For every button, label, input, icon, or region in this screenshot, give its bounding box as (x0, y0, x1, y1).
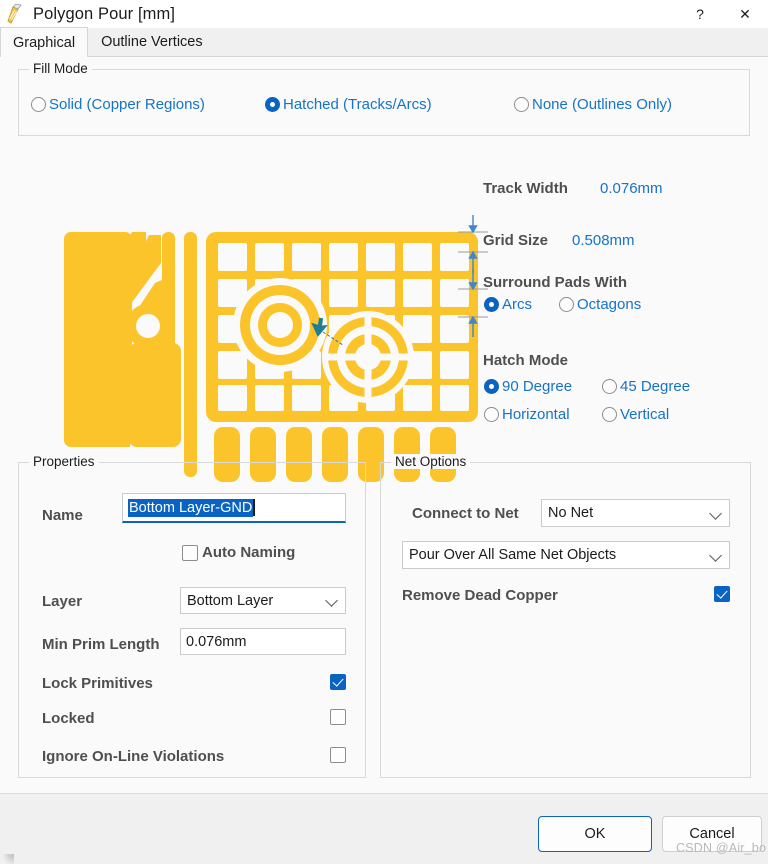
tab-outline-vertices[interactable]: Outline Vertices (88, 27, 216, 56)
radio-dot-vertical (602, 407, 617, 422)
radio-dot-solid (31, 97, 46, 112)
radio-dot-horizontal (484, 407, 499, 422)
ignore-online-violations-checkbox[interactable] (330, 747, 346, 763)
track-width-value: 0.076mm (600, 180, 663, 197)
properties-title: Properties (29, 454, 99, 469)
chevron-down-icon (710, 549, 723, 562)
radio-dot-45-degree (602, 379, 617, 394)
chevron-down-icon (326, 594, 339, 607)
pour-over-value: Pour Over All Same Net Objects (409, 547, 710, 563)
min-prim-length-value: 0.076mm (186, 634, 246, 650)
radio-label-octagons: Octagons (577, 296, 641, 313)
radio-hatch-vertical[interactable]: Vertical (602, 406, 669, 423)
tab-graphical[interactable]: Graphical (0, 27, 88, 57)
min-prim-length-input[interactable]: 0.076mm (180, 628, 346, 655)
title-bar: Polygon Pour [mm] ? ✕ (0, 0, 768, 28)
window-controls: ? ✕ (678, 0, 768, 28)
net-options-title: Net Options (391, 454, 470, 469)
radio-label-horizontal: Horizontal (502, 406, 570, 423)
name-label: Name (42, 507, 83, 524)
ignore-online-violations-label: Ignore On-Line Violations (42, 748, 224, 765)
radio-fill-solid[interactable]: Solid (Copper Regions) (31, 96, 205, 113)
radio-label-arcs: Arcs (502, 296, 532, 313)
dialog-footer: OK Cancel CSDN @Air_bo (0, 794, 768, 864)
name-input[interactable]: Bottom Layer-GND (122, 493, 346, 523)
grid-size-value: 0.508mm (572, 232, 635, 249)
radio-label-hatched: Hatched (Tracks/Arcs) (283, 96, 432, 113)
lock-primitives-label: Lock Primitives (42, 675, 153, 692)
connect-to-net-dropdown[interactable]: No Net (541, 499, 730, 527)
name-input-value: Bottom Layer-GND (128, 499, 253, 517)
close-icon[interactable]: ✕ (722, 0, 768, 28)
radio-fill-hatched[interactable]: Hatched (Tracks/Arcs) (265, 96, 432, 113)
radio-dot-none (514, 97, 529, 112)
locked-checkbox[interactable] (330, 709, 346, 725)
radio-surround-arcs[interactable]: Arcs (484, 296, 532, 313)
chevron-down-icon (710, 507, 723, 520)
radio-dot-90-degree (484, 379, 499, 394)
graphical-tab-panel: Fill Mode Solid (Copper Regions) Hatched… (0, 57, 768, 794)
pour-over-dropdown[interactable]: Pour Over All Same Net Objects (402, 541, 730, 569)
radio-label-90-degree: 90 Degree (502, 378, 572, 395)
surround-pads-label: Surround Pads With (483, 274, 627, 291)
radio-label-45-degree: 45 Degree (620, 378, 690, 395)
connect-to-net-label: Connect to Net (412, 505, 519, 522)
tab-strip: Graphical Outline Vertices (0, 28, 768, 57)
radio-label-vertical: Vertical (620, 406, 669, 423)
auto-naming-checkbox[interactable] (182, 545, 198, 561)
layer-dropdown-value: Bottom Layer (187, 593, 326, 609)
locked-label: Locked (42, 710, 95, 727)
fill-mode-title: Fill Mode (29, 61, 92, 76)
auto-naming-row[interactable]: Auto Naming (182, 544, 295, 561)
min-prim-length-label: Min Prim Length (42, 636, 160, 653)
fill-mode-group: Fill Mode Solid (Copper Regions) Hatched… (18, 69, 750, 136)
lock-primitives-checkbox[interactable] (330, 674, 346, 690)
text-caret (253, 499, 255, 516)
connect-to-net-value: No Net (548, 505, 710, 521)
polygon-pour-dialog: Polygon Pour [mm] ? ✕ Graphical Outline … (0, 0, 768, 864)
csdn-watermark: CSDN @Air_bo (676, 841, 766, 855)
remove-dead-copper-checkbox[interactable] (714, 586, 730, 602)
window-title: Polygon Pour [mm] (33, 5, 175, 24)
radio-label-solid: Solid (Copper Regions) (49, 96, 205, 113)
grid-size-label: Grid Size (483, 232, 548, 249)
hatch-mode-label: Hatch Mode (483, 352, 568, 369)
radio-surround-octagons[interactable]: Octagons (559, 296, 641, 313)
radio-hatch-horizontal[interactable]: Horizontal (484, 406, 570, 423)
radio-label-none: None (Outlines Only) (532, 96, 672, 113)
help-button[interactable]: ? (678, 0, 722, 28)
remove-dead-copper-label: Remove Dead Copper (402, 587, 558, 604)
window-shadow (0, 854, 14, 864)
radio-dot-octagons (559, 297, 574, 312)
track-width-label: Track Width (483, 180, 568, 197)
polygon-pour-icon (6, 3, 28, 25)
auto-naming-label: Auto Naming (202, 544, 295, 561)
polygon-preview-graphic (18, 205, 488, 495)
radio-fill-none[interactable]: None (Outlines Only) (514, 96, 672, 113)
radio-hatch-45[interactable]: 45 Degree (602, 378, 690, 395)
radio-dot-arcs (484, 297, 499, 312)
ok-button[interactable]: OK (538, 816, 652, 852)
layer-label: Layer (42, 593, 82, 610)
radio-dot-hatched (265, 97, 280, 112)
radio-hatch-90[interactable]: 90 Degree (484, 378, 572, 395)
layer-dropdown[interactable]: Bottom Layer (180, 587, 346, 614)
